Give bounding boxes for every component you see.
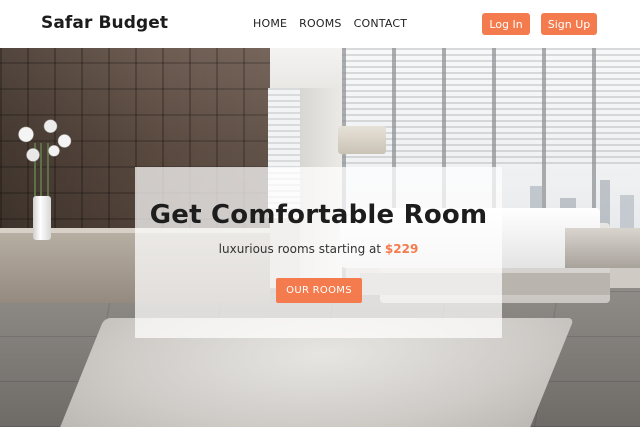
hero-price: $229 bbox=[384, 242, 419, 256]
site-header: Safar Budget HOME ROOMS CONTACT Log In S… bbox=[0, 0, 640, 48]
hero-subtitle: luxurious rooms starting at $229 bbox=[135, 242, 502, 256]
main-nav: HOME ROOMS CONTACT bbox=[253, 17, 419, 30]
brand-logo[interactable]: Safar Budget bbox=[41, 13, 168, 33]
hero-bg-lamp bbox=[338, 126, 386, 154]
signup-button[interactable]: Sign Up bbox=[541, 13, 597, 35]
hero-bg-vase bbox=[33, 196, 51, 240]
hero-title: Get Comfortable Room bbox=[149, 200, 488, 230]
login-button[interactable]: Log In bbox=[482, 13, 530, 35]
nav-contact[interactable]: CONTACT bbox=[354, 17, 408, 30]
our-rooms-button[interactable]: OUR ROOMS bbox=[276, 278, 362, 303]
nav-rooms[interactable]: ROOMS bbox=[299, 17, 341, 30]
hero-subtitle-text: luxurious rooms starting at bbox=[218, 242, 385, 256]
hero-bg-flowers bbox=[12, 118, 82, 200]
hero-bg-nightstand bbox=[565, 228, 640, 268]
nav-home[interactable]: HOME bbox=[253, 17, 287, 30]
